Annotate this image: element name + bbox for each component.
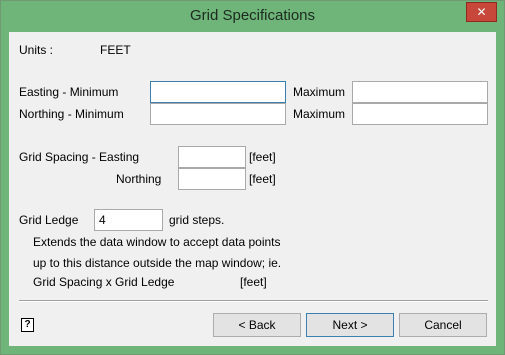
grid-spacing-easting-label: Grid Spacing - Easting [19, 150, 140, 164]
easting-min-input[interactable] [150, 81, 286, 103]
northing-max-input[interactable] [352, 103, 488, 125]
grid-ledge-desc-line1: Extends the data window to accept data p… [33, 235, 281, 249]
next-button[interactable]: Next > [306, 313, 394, 337]
help-glyph: ? [24, 319, 31, 330]
close-button[interactable]: ✕ [466, 2, 497, 22]
grid-spacing-northing-input[interactable] [178, 168, 246, 190]
close-icon: ✕ [476, 5, 487, 19]
northing-max-label: Maximum [293, 107, 346, 121]
units-value: FEET [100, 43, 131, 57]
window-title: Grid Specifications [189, 7, 316, 24]
grid-ledge-label: Grid Ledge [19, 213, 79, 227]
dialog-body: Units : FEET Easting - Minimum Maximum N… [9, 32, 496, 346]
back-button[interactable]: < Back [213, 313, 301, 337]
dialog-window: Grid Specifications ✕ Units : FEET Easti… [0, 0, 505, 355]
grid-spacing-northing-unit: [feet] [249, 172, 276, 186]
easting-max-input[interactable] [352, 81, 488, 103]
grid-spacing-easting-unit: [feet] [249, 150, 276, 164]
easting-min-label: Easting - Minimum [19, 85, 119, 99]
units-label: Units : [19, 43, 54, 57]
title-bar[interactable]: Grid Specifications ✕ [1, 1, 504, 32]
grid-ledge-desc-line2: up to this distance outside the map wind… [33, 256, 282, 270]
easting-max-label: Maximum [293, 85, 346, 99]
grid-ledge-input[interactable]: 4 [94, 209, 163, 231]
grid-spacing-northing-label: Northing [116, 172, 162, 186]
grid-ledge-formula: Grid Spacing x Grid Ledge [33, 275, 175, 289]
help-icon[interactable]: ? [21, 318, 34, 332]
cancel-button[interactable]: Cancel [399, 313, 487, 337]
northing-min-label: Northing - Minimum [19, 107, 124, 121]
separator [19, 300, 488, 302]
northing-min-input[interactable] [150, 103, 286, 125]
grid-spacing-easting-input[interactable] [178, 146, 246, 168]
grid-ledge-suffix: grid steps. [169, 213, 225, 227]
grid-ledge-formula-unit: [feet] [240, 275, 267, 289]
